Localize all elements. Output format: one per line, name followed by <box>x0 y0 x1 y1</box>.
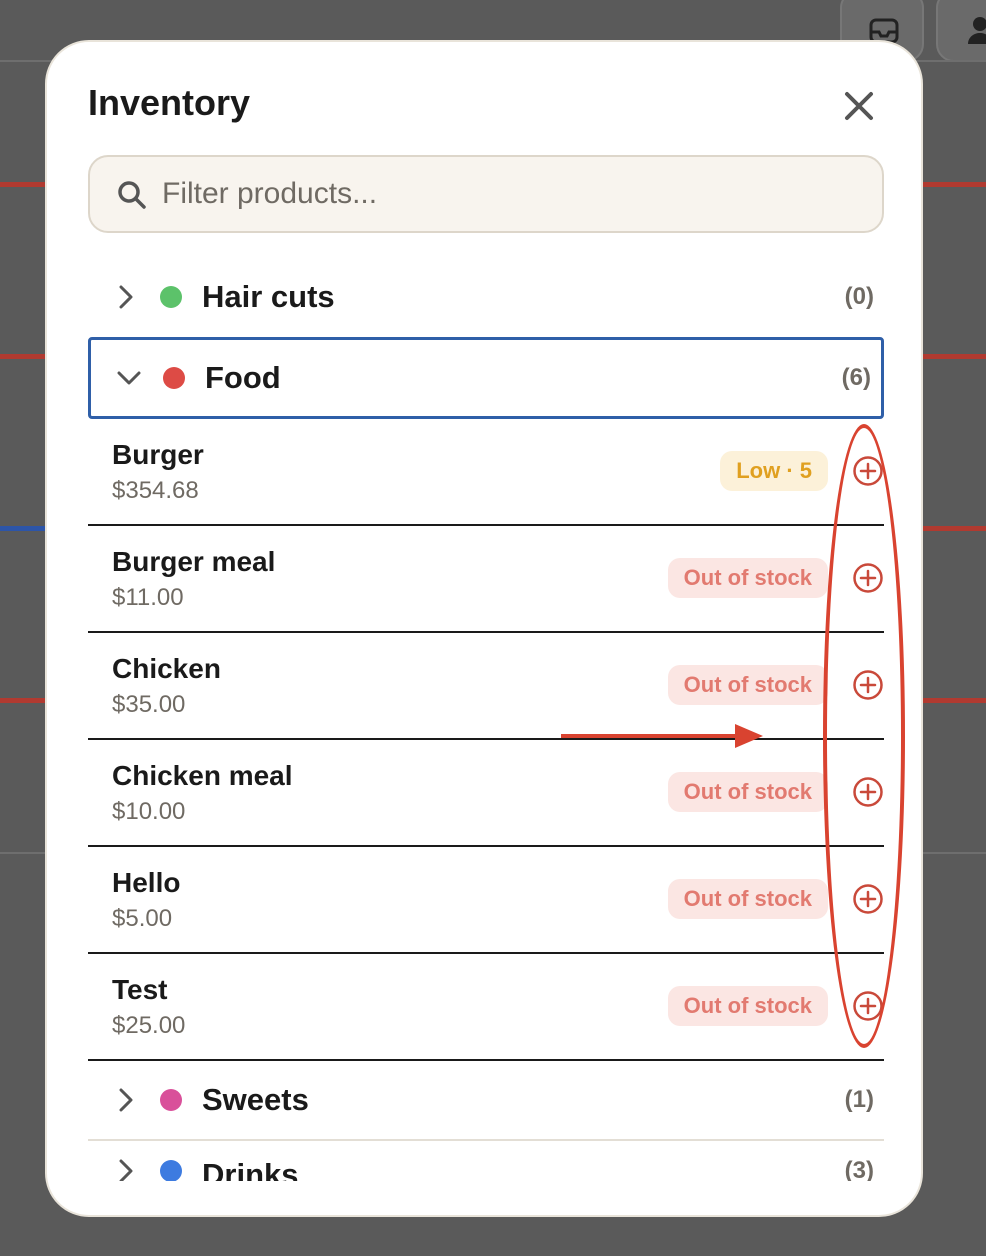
chevron-right-icon <box>112 283 140 311</box>
search-input[interactable] <box>162 171 862 217</box>
stock-badge: Low · 5 <box>720 451 828 491</box>
product-name: Burger <box>112 439 204 470</box>
background-stripe <box>0 526 45 531</box>
category-sweets[interactable]: Sweets (1) <box>88 1061 884 1141</box>
background-stripe <box>0 354 45 359</box>
category-food[interactable]: Food (6) <box>88 337 884 419</box>
user-icon <box>968 17 986 44</box>
product-price: $5.00 <box>112 905 173 932</box>
category-color-dot <box>160 286 182 308</box>
category-name: Sweets <box>202 1082 309 1117</box>
category-count: (6) <box>841 364 871 391</box>
chevron-right-icon <box>112 1157 140 1181</box>
product-price: $25.00 <box>112 1012 186 1039</box>
category-name: Food <box>205 360 281 395</box>
category-color-dot <box>160 1160 182 1181</box>
category-count: (0) <box>844 283 874 310</box>
search-box <box>88 155 884 233</box>
background-stripe <box>923 526 986 531</box>
product-price: $11.00 <box>112 584 184 611</box>
product-row: Burger meal $11.00 Out of stock <box>88 526 884 633</box>
add-circle-icon[interactable] <box>852 776 884 808</box>
product-price: $10.00 <box>112 798 186 825</box>
category-count: (1) <box>844 1086 874 1113</box>
background-stripe <box>0 182 45 187</box>
product-name: Chicken meal <box>112 760 293 791</box>
category-list: Hair cuts (0) Food (6) Burger $354.68 Lo… <box>88 257 884 1181</box>
stock-badge: Out of stock <box>667 558 828 598</box>
background-stripe <box>923 182 986 187</box>
category-drinks[interactable]: Drinks (3) <box>88 1141 884 1181</box>
product-row: Hello $5.00 Out of stock <box>88 847 884 954</box>
product-name: Test <box>112 974 168 1005</box>
stock-badge: Out of stock <box>667 986 828 1026</box>
add-circle-icon[interactable] <box>852 455 884 487</box>
close-button[interactable] <box>839 86 879 126</box>
category-count: (3) <box>844 1157 874 1181</box>
stock-badge: Out of stock <box>667 772 828 812</box>
add-circle-icon[interactable] <box>852 562 884 594</box>
category-name: Drinks <box>202 1157 299 1181</box>
profile-toolbar-button[interactable] <box>936 0 986 62</box>
stock-badge: Out of stock <box>667 879 828 919</box>
add-circle-icon[interactable] <box>852 669 884 701</box>
product-price: $354.68 <box>112 477 199 504</box>
product-row: Chicken meal $10.00 Out of stock <box>88 740 884 847</box>
inventory-modal: Inventory Hair cuts (0) Food (6) Burger <box>45 40 923 1217</box>
product-name: Chicken <box>112 653 221 684</box>
modal-title: Inventory <box>88 82 251 123</box>
product-row: Burger $354.68 Low · 5 <box>88 419 884 526</box>
add-circle-icon[interactable] <box>852 883 884 915</box>
add-circle-icon[interactable] <box>852 990 884 1022</box>
product-row: Test $25.00 Out of stock <box>88 954 884 1061</box>
background-stripe <box>923 698 986 703</box>
category-color-dot <box>163 367 185 389</box>
background-stripe <box>923 354 986 359</box>
close-icon <box>845 92 873 120</box>
product-row: Chicken $35.00 Out of stock <box>88 633 884 740</box>
stock-badge: Out of stock <box>667 665 828 705</box>
product-name: Hello <box>112 867 181 898</box>
chevron-right-icon <box>112 1086 140 1114</box>
product-name: Burger meal <box>112 546 276 577</box>
search-icon <box>118 181 146 209</box>
product-price: $35.00 <box>112 691 186 718</box>
chevron-down-icon <box>115 364 143 392</box>
category-color-dot <box>160 1089 182 1111</box>
category-hair-cuts[interactable]: Hair cuts (0) <box>88 257 884 337</box>
background-stripe <box>0 698 45 703</box>
category-name: Hair cuts <box>202 279 335 314</box>
